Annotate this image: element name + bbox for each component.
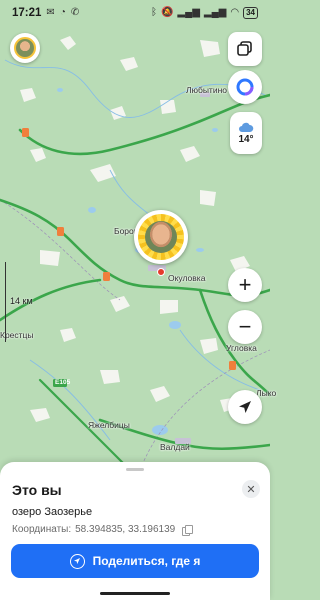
chat-icon: ◔: [59, 7, 66, 18]
scale-label: 14 км: [10, 296, 33, 306]
alice-icon: [236, 78, 254, 96]
user-location-dot: [157, 268, 165, 276]
whatsapp-icon: ✆: [70, 7, 80, 18]
road-label-e105: E105: [55, 379, 71, 386]
bluetooth-icon: ᛒ: [150, 7, 157, 18]
cloud-icon: [239, 122, 254, 132]
coordinates-row: Координаты: 58.394835, 33.196139: [12, 524, 194, 536]
message-icon: ✉: [46, 7, 55, 18]
home-indicator[interactable]: [100, 592, 170, 595]
coordinates-label: Координаты:: [12, 524, 72, 535]
location-bottom-sheet: Это вы ✕ озеро Заозерье Координаты: 58.3…: [0, 462, 270, 600]
zoom-out-button[interactable]: −: [228, 310, 262, 344]
navigation-arrow-icon: [239, 401, 251, 413]
layers-button[interactable]: [228, 32, 262, 66]
town-label-lyubytino: Любытино: [186, 85, 227, 95]
my-location-button[interactable]: [228, 390, 262, 424]
avatar: [145, 221, 177, 253]
close-button[interactable]: ✕: [242, 480, 260, 498]
map-scale: 14 км: [5, 262, 33, 342]
share-button-label: Поделиться, где я: [92, 554, 201, 568]
layers-icon: [237, 41, 252, 56]
weather-temperature: 14°: [238, 133, 254, 145]
alice-assistant-button[interactable]: [228, 70, 262, 104]
zoom-in-button[interactable]: +: [228, 268, 262, 302]
status-bar: 17:21 ✉ ◔ ✆ ᛒ 🔕 ▂▄▆ ▂▄▆ ◠ 34: [0, 0, 270, 26]
coordinates-value: 58.394835, 33.196139: [75, 524, 176, 535]
signal-2-icon: ▂▄▆: [203, 7, 227, 18]
wifi-icon: ◠: [230, 7, 240, 18]
signal-icon: ▂▄▆: [177, 7, 200, 18]
marker-ring: [138, 214, 184, 260]
sheet-drag-handle[interactable]: [126, 468, 144, 471]
status-time: 17:21: [12, 7, 42, 19]
navigation-icon: [69, 553, 85, 569]
sheet-title: Это вы: [12, 482, 62, 498]
user-location-marker[interactable]: [134, 210, 188, 264]
profile-avatar-button[interactable]: [10, 33, 40, 63]
battery-icon: 34: [243, 7, 258, 19]
minus-icon: −: [238, 314, 252, 339]
town-label-okulovka: Окуловка: [168, 273, 206, 283]
plus-icon: +: [238, 272, 252, 297]
place-name: озеро Заозерье: [12, 506, 93, 518]
town-label-valday: Валдай: [160, 442, 190, 452]
copy-icon[interactable]: [182, 524, 194, 536]
avatar: [14, 37, 36, 59]
close-icon: ✕: [246, 483, 256, 496]
share-location-button[interactable]: Поделиться, где я: [11, 544, 259, 578]
town-label-uglovka: Угловка: [226, 343, 257, 353]
town-label-yazhelbitsy: Яжелбицы: [88, 420, 130, 430]
weather-widget[interactable]: 14°: [230, 112, 262, 154]
mute-icon: 🔕: [160, 7, 174, 18]
